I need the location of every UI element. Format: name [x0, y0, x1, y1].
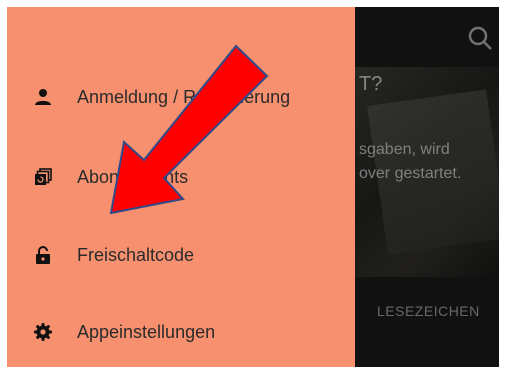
menu-item-subscriptions[interactable]: Abonnements: [7, 151, 355, 203]
menu-item-app-settings[interactable]: Appeinstellungen: [7, 306, 355, 358]
lock-open-icon: [34, 246, 52, 264]
menu-item-label: Appeinstellungen: [77, 321, 216, 342]
gear-icon: [34, 323, 52, 341]
navigation-drawer: Anmeldung / Registrierung Abonnements Fr…: [7, 7, 355, 367]
app-screen: T? sgaben, wird over gestartet. LESEZEIC…: [7, 7, 499, 367]
person-icon: [34, 88, 52, 106]
subscriptions-icon: [34, 168, 52, 186]
menu-item-label: Anmeldung / Registrierung: [77, 86, 291, 107]
menu-item-login-register[interactable]: Anmeldung / Registrierung: [7, 71, 355, 123]
menu-item-label: Freischaltcode: [77, 244, 195, 265]
menu-item-label: Abonnements: [77, 166, 189, 187]
menu-item-unlock-code[interactable]: Freischaltcode: [7, 229, 355, 281]
